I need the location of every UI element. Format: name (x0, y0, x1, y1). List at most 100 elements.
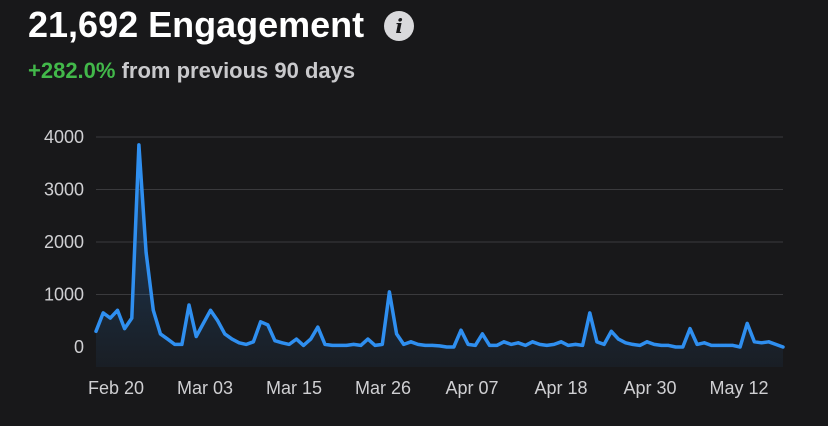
data-point (316, 325, 320, 329)
data-point (323, 342, 327, 346)
data-point (108, 316, 112, 320)
data-point (144, 251, 148, 254)
data-point (559, 340, 563, 344)
data-point (624, 341, 628, 345)
data-point (774, 342, 778, 346)
data-point (402, 342, 406, 346)
data-point (659, 343, 663, 347)
data-point (244, 342, 248, 346)
data-point (681, 345, 685, 349)
x-tick-label: Mar 03 (177, 378, 233, 398)
data-point (516, 341, 520, 345)
data-point (566, 343, 570, 347)
data-point (345, 343, 348, 347)
data-point (738, 345, 742, 349)
data-point (380, 342, 384, 346)
x-tick-label: Feb 20 (88, 378, 144, 398)
data-point (638, 343, 642, 347)
data-point (366, 337, 370, 341)
data-point (781, 345, 785, 349)
data-point (194, 335, 198, 338)
y-tick-label: 0 (74, 337, 84, 357)
data-point (509, 342, 513, 346)
data-point (180, 342, 184, 346)
engagement-card: 21,692 Engagement i +282.0% from previou… (0, 0, 828, 426)
x-tick-label: Apr 07 (445, 378, 498, 398)
data-point (216, 319, 220, 323)
data-point (423, 343, 427, 347)
data-point (616, 337, 620, 341)
data-point (187, 303, 191, 307)
data-point (652, 342, 656, 346)
data-point (473, 343, 477, 347)
data-point (523, 343, 527, 347)
data-point (595, 340, 599, 344)
data-point (123, 327, 127, 331)
data-point (130, 316, 134, 320)
x-tick-label: Mar 26 (355, 378, 411, 398)
data-point (416, 342, 420, 346)
data-point (209, 308, 212, 312)
data-point (294, 337, 298, 341)
data-point (631, 342, 635, 346)
data-point (452, 345, 456, 349)
data-point (602, 342, 606, 346)
data-point (230, 337, 234, 341)
data-point (395, 332, 399, 336)
data-point (667, 343, 670, 347)
data-point (438, 344, 441, 348)
data-point (531, 340, 534, 344)
data-point (94, 329, 98, 333)
x-tick-label: Apr 30 (623, 378, 676, 398)
data-point (116, 308, 119, 312)
data-point (302, 343, 305, 347)
data-point (352, 342, 356, 346)
data-point (545, 343, 549, 347)
x-tick-label: May 12 (709, 378, 768, 398)
data-point (480, 332, 484, 336)
data-point (409, 340, 413, 344)
x-tick-label: Apr 18 (534, 378, 587, 398)
data-point (588, 311, 592, 315)
data-point (538, 342, 542, 346)
data-point (280, 341, 284, 345)
data-point (459, 328, 463, 332)
data-point (752, 340, 756, 344)
data-point (645, 340, 649, 344)
data-point (674, 345, 678, 349)
data-point (609, 329, 613, 333)
data-point (445, 345, 449, 349)
data-point (251, 340, 255, 344)
data-point (330, 343, 334, 347)
data-point (574, 342, 577, 346)
data-point (166, 337, 170, 341)
data-point (237, 341, 241, 345)
data-point (273, 339, 277, 343)
data-point (173, 342, 177, 346)
data-point (552, 342, 556, 346)
x-tick-label: Mar 15 (266, 378, 322, 398)
data-point (495, 343, 499, 347)
data-point (581, 343, 585, 347)
data-point (223, 332, 227, 336)
data-point (430, 343, 434, 347)
data-point (724, 343, 728, 347)
y-tick-label: 1000 (44, 285, 84, 305)
data-point (337, 343, 341, 347)
data-point (760, 341, 763, 345)
data-point (767, 340, 771, 344)
data-point (259, 320, 263, 324)
data-point (717, 343, 721, 347)
data-point (466, 342, 470, 346)
data-point (745, 321, 749, 325)
y-tick-label: 3000 (44, 180, 84, 200)
data-point (709, 343, 713, 347)
data-point (287, 342, 291, 346)
engagement-series-line (94, 143, 785, 349)
y-tick-label: 2000 (44, 232, 84, 252)
data-point (359, 343, 363, 347)
data-point (688, 327, 692, 331)
data-point (488, 343, 492, 347)
data-point (201, 321, 205, 325)
data-point (151, 308, 155, 312)
